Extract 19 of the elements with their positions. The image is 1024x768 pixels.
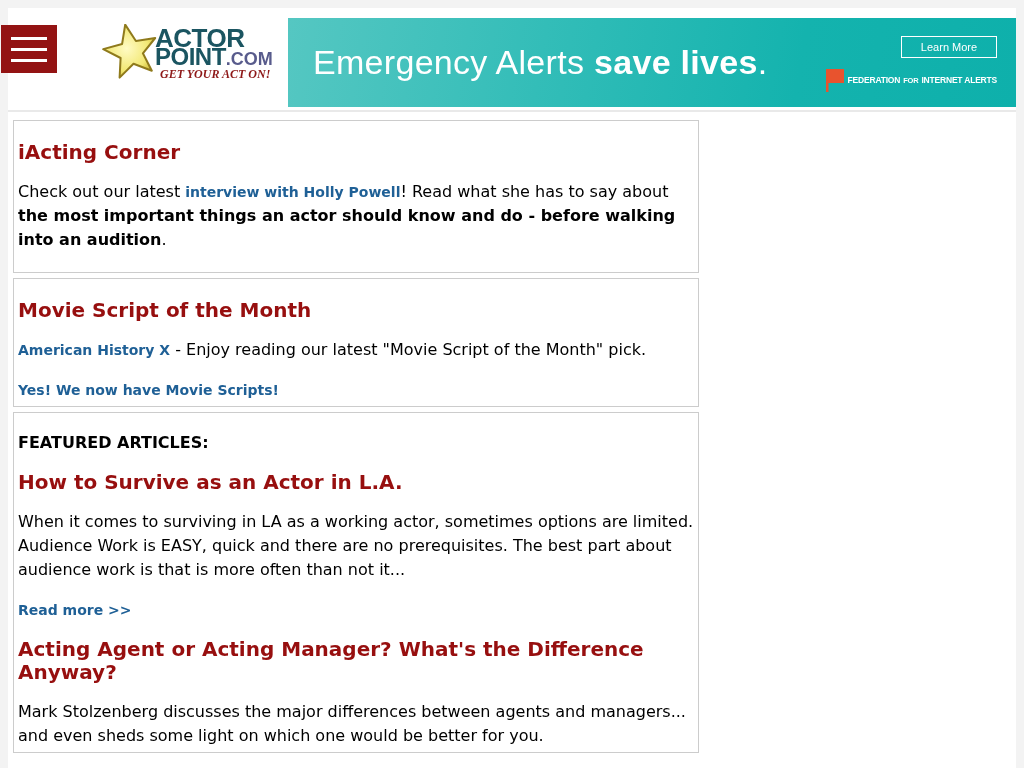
- paragraph: American History X - Enjoy reading our latest "Movie Script of the Month" pick.: [18, 339, 648, 361]
- section-label: FEATURED ARTICLES:: [18, 432, 210, 454]
- flag-icon: [825, 68, 844, 92]
- ad-headline: Emergency Alerts save lives.: [313, 43, 768, 82]
- menu-icon: [11, 36, 47, 62]
- article-title[interactable]: Acting Agent or Acting Manager? What's the Difference Anyway?: [18, 638, 694, 684]
- text-link[interactable]: American History X: [18, 342, 171, 358]
- logo-wordmark: ACTOR POINT.COM: [155, 28, 273, 68]
- logo-tagline: GET YOUR ACT ON!: [160, 68, 272, 80]
- section-title: Movie Script of the Month: [18, 299, 313, 322]
- text-link[interactable]: Yes! We now have Movie Scripts!: [18, 382, 279, 398]
- menu-button[interactable]: [1, 25, 57, 73]
- text-link[interactable]: interview with Holly Powell: [185, 184, 401, 200]
- read-more-link[interactable]: Read more >>: [18, 602, 132, 618]
- article-title[interactable]: How to Survive as an Actor in L.A.: [18, 471, 694, 494]
- article-summary: Mark Stolzenberg discusses the major differences between agents and managers... and even sheds some light on which one would be better for you.: [18, 701, 687, 747]
- article-summary: When it comes to surviving in LA as a working actor, sometimes options are limited. Audience Work is EASY, quick and there are no prerequisites. The best part about audience work is that is more often than not it...: [18, 511, 694, 581]
- paragraph: Check out our latest interview with Holly Powell! Read what she has to say about the most important things an actor should know and do - before walking into an audition.: [18, 181, 677, 251]
- section-title: iActing Corner: [18, 141, 182, 164]
